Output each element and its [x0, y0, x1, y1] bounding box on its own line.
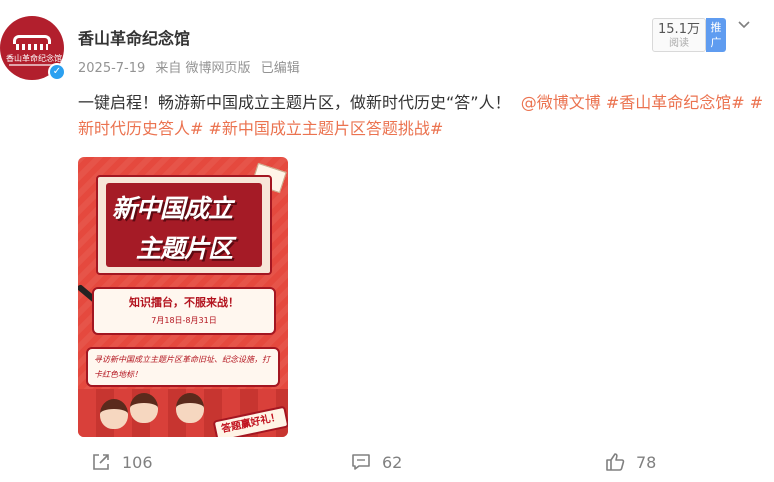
- like-count: 78: [636, 452, 657, 472]
- museum-columns-icon: [16, 44, 48, 50]
- like-button[interactable]: 78: [604, 448, 656, 476]
- poster-title-line1: 新中国成立: [112, 194, 233, 223]
- post-source: 来自 微博网页版: [155, 61, 251, 76]
- hashtag-link[interactable]: #新中国成立主题片区答题挑战#: [209, 119, 444, 138]
- poster-title-line2: 主题片区: [136, 234, 233, 263]
- account-name[interactable]: 香山革命纪念馆: [78, 25, 190, 49]
- promote-button[interactable]: 推广: [706, 18, 726, 52]
- poster-dates: 7月18日-8月31日: [151, 316, 217, 325]
- person-illustration: [130, 393, 158, 423]
- person-illustration: [176, 393, 204, 423]
- poster-description: 寻访新中国成立主题片区革命旧址、纪念设施，打卡红色地标！: [86, 347, 280, 387]
- post-text: 一键启程！畅游新中国成立主题片区，做新时代历史“答”人！ @微博文博 #香山革命…: [78, 90, 768, 142]
- views-label: 阅读: [669, 38, 689, 49]
- post-edited[interactable]: 已编辑: [261, 61, 300, 76]
- poster-title-box: 新中国成立 主题片区: [106, 183, 262, 267]
- share-count: 106: [122, 452, 153, 472]
- poster-slogan: 知识擂台，不服来战！: [129, 296, 239, 309]
- share-icon: [93, 454, 109, 470]
- person-illustration: [100, 399, 128, 429]
- hashtag-link[interactable]: #香山革命纪念馆#: [606, 93, 745, 112]
- views-box: 15.1万 阅读: [652, 18, 706, 52]
- comment-button[interactable]: 62: [350, 448, 402, 476]
- museum-roof-icon: [13, 35, 51, 44]
- comment-count: 62: [382, 452, 403, 472]
- post-date[interactable]: 2025-7-19: [78, 61, 145, 76]
- poster-info-card: 知识擂台，不服来战！ 7月18日-8月31日: [92, 287, 276, 335]
- thumbs-up-icon: [606, 453, 625, 471]
- views-count: 15.1万: [658, 22, 700, 37]
- action-bar: 106 62 78: [0, 448, 774, 476]
- post-image[interactable]: 新中国成立 主题片区 知识擂台，不服来战！ 7月18日-8月31日 寻访新中国成…: [78, 157, 288, 437]
- post-meta: 2025-7-19 来自 微博网页版 已编辑: [78, 57, 306, 76]
- chevron-down-icon[interactable]: [737, 18, 751, 32]
- poster-title-panel: 新中国成立 主题片区: [96, 175, 272, 275]
- mention-link[interactable]: @微博文博: [521, 93, 601, 112]
- avatar-divider: [9, 64, 55, 66]
- post-body: 一键启程！畅游新中国成立主题片区，做新时代历史“答”人！: [78, 93, 511, 112]
- comment-icon: [352, 454, 370, 470]
- verified-badge-icon: ✓: [48, 63, 66, 81]
- share-button[interactable]: 106: [90, 448, 153, 476]
